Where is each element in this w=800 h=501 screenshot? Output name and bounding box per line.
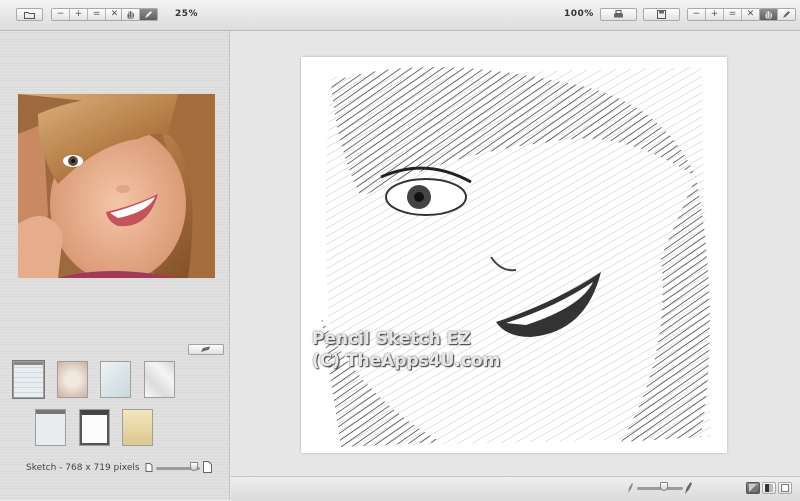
hand-tool-button[interactable] <box>122 9 140 20</box>
zoom-actual-button-right[interactable]: ✕ <box>742 9 759 20</box>
right-tool-group <box>759 8 796 21</box>
watermark-copyright: (C) TheApps4U.com <box>312 351 501 371</box>
print-icon <box>614 10 623 18</box>
source-photo[interactable] <box>18 94 215 278</box>
watermark: Pencil Sketch EZ (C) TheApps4U.com <box>312 328 500 372</box>
sketch-canvas[interactable] <box>301 57 727 453</box>
grayscale-sketch-toggle[interactable] <box>762 482 776 494</box>
left-zoom-level: 25% <box>175 9 199 19</box>
pencil-tool-button-right[interactable] <box>778 9 795 20</box>
large-page-icon <box>203 461 212 473</box>
thick-pencil-icon <box>685 482 692 494</box>
paper-swatch-cream-paper[interactable] <box>122 409 153 446</box>
hand-icon <box>127 11 134 19</box>
zoom-fit-button[interactable]: = <box>88 9 106 20</box>
pencil-tool-button[interactable] <box>140 9 157 20</box>
pencil-icon <box>783 11 790 18</box>
bottom-bar <box>231 476 800 501</box>
paper-swatch-clipboard-white[interactable] <box>79 409 110 446</box>
pencil-sketch-image <box>301 57 727 453</box>
zoom-fit-button-right[interactable]: = <box>724 9 742 20</box>
folder-icon <box>24 11 35 19</box>
color-mode-icon <box>749 484 757 492</box>
color-sketch-toggle[interactable] <box>746 482 760 494</box>
thin-pencil-icon <box>628 483 633 493</box>
pencil-icon <box>201 346 210 352</box>
zoom-in-button-right[interactable]: + <box>706 9 724 20</box>
pencil-icon <box>145 11 152 18</box>
right-zoom-level: 100% <box>564 9 594 19</box>
watermark-title: Pencil Sketch EZ <box>312 329 471 349</box>
zoom-out-button[interactable]: − <box>52 9 70 20</box>
sketch-size-label: Sketch - 768 x 719 pixels <box>26 463 140 473</box>
paper-swatch-spiral-notebook[interactable] <box>13 361 44 398</box>
sketch-size-slider-knob[interactable] <box>190 462 198 471</box>
zoom-in-button[interactable]: + <box>70 9 88 20</box>
pencil-tool-small-button[interactable] <box>188 344 224 355</box>
plain-sketch-toggle[interactable] <box>778 482 792 494</box>
source-photo-image <box>18 94 215 278</box>
paper-swatch-blue-paper[interactable] <box>100 361 131 398</box>
hand-tool-button-right[interactable] <box>760 9 778 20</box>
plain-mode-icon <box>781 484 789 492</box>
zoom-out-button-right[interactable]: − <box>688 9 706 20</box>
open-button[interactable] <box>16 8 43 21</box>
hand-icon <box>765 11 772 19</box>
toolbar: − + = ✕ 25% 100% − + = ✕ <box>0 0 800 31</box>
save-icon <box>657 10 666 19</box>
paper-swatch-clipboard-grey[interactable] <box>35 409 66 446</box>
left-tool-group <box>121 8 158 21</box>
paper-swatch-white-crumpled[interactable] <box>144 361 175 398</box>
right-zoom-group: − + = ✕ <box>687 8 760 21</box>
pencil-detail-slider-knob[interactable] <box>660 482 668 491</box>
small-page-icon <box>145 463 153 472</box>
grayscale-mode-icon <box>765 484 773 492</box>
left-zoom-group: − + = ✕ <box>51 8 124 21</box>
save-button[interactable] <box>643 8 680 21</box>
print-button[interactable] <box>600 8 637 21</box>
paper-swatch-aged-paper[interactable] <box>57 361 88 398</box>
